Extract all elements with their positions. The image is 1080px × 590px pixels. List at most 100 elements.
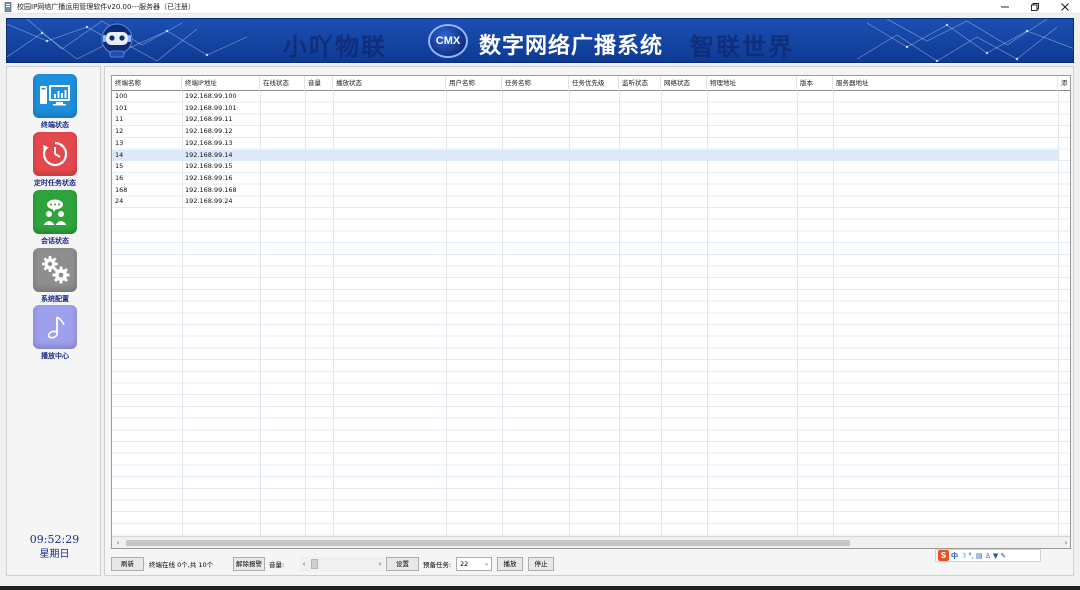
ime-mode-toggle[interactable]: 中 [951,551,958,561]
column-header[interactable]: 任务名称 [502,76,569,91]
stop-button[interactable]: 停止 [528,557,554,571]
column-header[interactable]: 物理地址 [707,76,797,91]
table-row[interactable]: 168 192.168.99.168 [112,185,1058,197]
table-row[interactable]: 24 192.168.99.24 [112,196,1058,208]
settings-button[interactable]: 设置 [386,557,419,571]
cmx-logo-badge: CMX [428,24,468,58]
sidebar-item-label: 定时任务状态 [34,179,76,187]
slider-left-icon[interactable]: ‹ [299,557,309,571]
sidebar-item-play-center[interactable]: 播放中心 [31,305,79,361]
scroll-left-icon[interactable]: ‹ [112,537,124,548]
terminal-name-cell: 16 [115,173,124,182]
volume-label: 音量: [269,561,285,569]
table-body: 100 192.168.99.100 101 192.168.99.101 11… [112,91,1070,537]
scroll-right-icon[interactable]: › [1060,537,1070,548]
restore-icon [1031,3,1039,11]
terminal-ip-cell: 192.168.99.101 [185,103,237,112]
column-header[interactable]: 服务器地址 [833,76,1058,91]
terminal-ip-cell: 192.168.99.11 [185,115,233,124]
sidebar-item-scheduled-task-status[interactable]: 定时任务状态 [31,132,79,188]
terminal-ip-cell: 192.168.99.168 [185,185,237,194]
terminal-ip-cell: 192.168.99.100 [185,92,237,100]
title-bar: 校园IP网络广播运用管理软件v20.00---服务器（已注册） [0,0,1080,14]
terminal-ip-cell: 192.168.99.14 [185,150,233,159]
chevron-down-icon: ⌄ [483,560,489,567]
sidebar-item-label: 系统配置 [41,295,69,303]
column-header[interactable]: 在线状态 [260,76,305,91]
keyboard-icon[interactable]: ▤ [976,552,983,560]
terminal-name-cell: 14 [115,150,124,159]
table-row[interactable]: 12 192.168.99.12 [112,126,1058,138]
column-header[interactable]: 终端IP地址 [182,76,260,91]
refresh-button[interactable]: 刷新 [111,557,144,571]
table-row[interactable]: 100 192.168.99.100 [112,91,1058,103]
sidebar: 终端状态 定时任务状态 会话状态 系统配置 播放中心 09:52:29 星期日 [6,66,101,576]
column-header[interactable]: 添 [1058,76,1070,91]
column-header[interactable]: 任务优先级 [569,76,619,91]
terminal-name-cell: 24 [115,197,124,206]
terminal-ip-cell: 192.168.99.12 [185,127,233,136]
preview-task-select[interactable]: 22 ⌄ [456,557,492,571]
banner-slogan-left: 小吖物联 [283,33,387,61]
sidebar-item-terminal-status[interactable]: 终端状态 [31,74,79,130]
ime-toolbar[interactable]: S 中 ☽ °, ▤ ♙ ▼ ✎ [935,549,1041,562]
slider-thumb[interactable] [311,559,318,569]
banner-title: 数字网络广播系统 [479,34,664,59]
table-row-selected[interactable]: 14 192.168.99.14 [112,149,1058,162]
terminal-name-cell: 101 [115,103,128,112]
terminal-name-cell: 15 [115,162,124,171]
sidebar-item-system-config[interactable]: 系统配置 [31,248,79,304]
column-header[interactable]: 音量 [305,76,333,91]
column-header[interactable]: 监听状态 [619,76,661,91]
terminal-ip-cell: 192.168.99.13 [185,138,233,147]
shirt-icon[interactable]: ▼ [993,552,998,560]
table-row[interactable]: 11 192.168.99.11 [112,114,1058,126]
terminal-ip-cell: 192.168.99.15 [185,162,233,171]
punctuation-icon[interactable]: °, [968,552,974,560]
terminal-name-cell: 100 [115,92,128,100]
wrench-icon[interactable]: ✎ [1000,552,1006,560]
sidebar-item-session-status[interactable]: 会话状态 [31,190,79,246]
preview-task-value: 22 [460,560,469,568]
window-title: 校园IP网络广播运用管理软件v20.00---服务器（已注册） [17,2,196,11]
table-header: 终端名称 终端IP地址 在线状态 音量 播放状态 用户名称 任务名称 任务优先级… [112,76,1070,91]
table-row[interactable]: 15 192.168.99.15 [112,161,1058,173]
table-row[interactable]: 13 192.168.99.13 [112,138,1058,150]
header-banner: 小吖物联 CMX 数字网络广播系统 智联世界 [6,18,1074,63]
sogou-logo-icon[interactable]: S [938,550,949,561]
slider-right-icon[interactable]: › [375,557,385,571]
table-row[interactable]: 16 192.168.99.16 [112,173,1058,185]
bottom-toolbar: 刷新 终端在线 0个,共 10个 解除报警 音量: ‹ › 设置 预备任务: 2… [105,555,1075,573]
music-note-icon [33,305,77,349]
column-header[interactable]: 网络状态 [661,76,707,91]
column-header[interactable]: 播放状态 [333,76,446,91]
column-header[interactable]: 版本 [797,76,833,91]
terminal-name-cell: 11 [115,115,124,124]
sidebar-item-label: 终端状态 [41,121,69,129]
user-icon[interactable]: ♙ [985,552,991,560]
moon-icon[interactable]: ☽ [960,552,966,560]
terminal-name-cell: 168 [115,185,128,194]
scrollbar-thumb[interactable] [126,540,850,546]
main-panel: 终端名称 终端IP地址 在线状态 音量 播放状态 用户名称 任务名称 任务优先级… [104,66,1074,576]
play-button[interactable]: 播放 [497,557,523,571]
horizontal-scrollbar[interactable]: ‹ › [112,536,1070,548]
minimize-button[interactable] [990,0,1020,14]
volume-slider[interactable]: ‹ › [299,557,385,571]
column-header[interactable]: 用户名称 [446,76,502,91]
terminal-table[interactable]: 终端名称 终端IP地址 在线状态 音量 播放状态 用户名称 任务名称 任务优先级… [111,75,1071,549]
robot-mascot-icon [101,23,133,58]
app-icon [3,1,13,12]
clear-alarm-button[interactable]: 解除报警 [233,557,265,571]
close-icon [1061,3,1069,11]
sidebar-item-label: 会话状态 [41,237,69,245]
table-row[interactable]: 101 192.168.99.101 [112,103,1058,115]
restore-button[interactable] [1020,0,1050,14]
banner-slogan-right: 智联世界 [690,33,794,61]
column-header[interactable]: 终端名称 [112,76,182,91]
preview-task-label: 预备任务: [423,561,452,569]
terminal-name-cell: 12 [115,127,124,136]
terminal-name-cell: 13 [115,138,124,147]
close-button[interactable] [1050,0,1080,14]
chat-users-icon [33,190,77,234]
